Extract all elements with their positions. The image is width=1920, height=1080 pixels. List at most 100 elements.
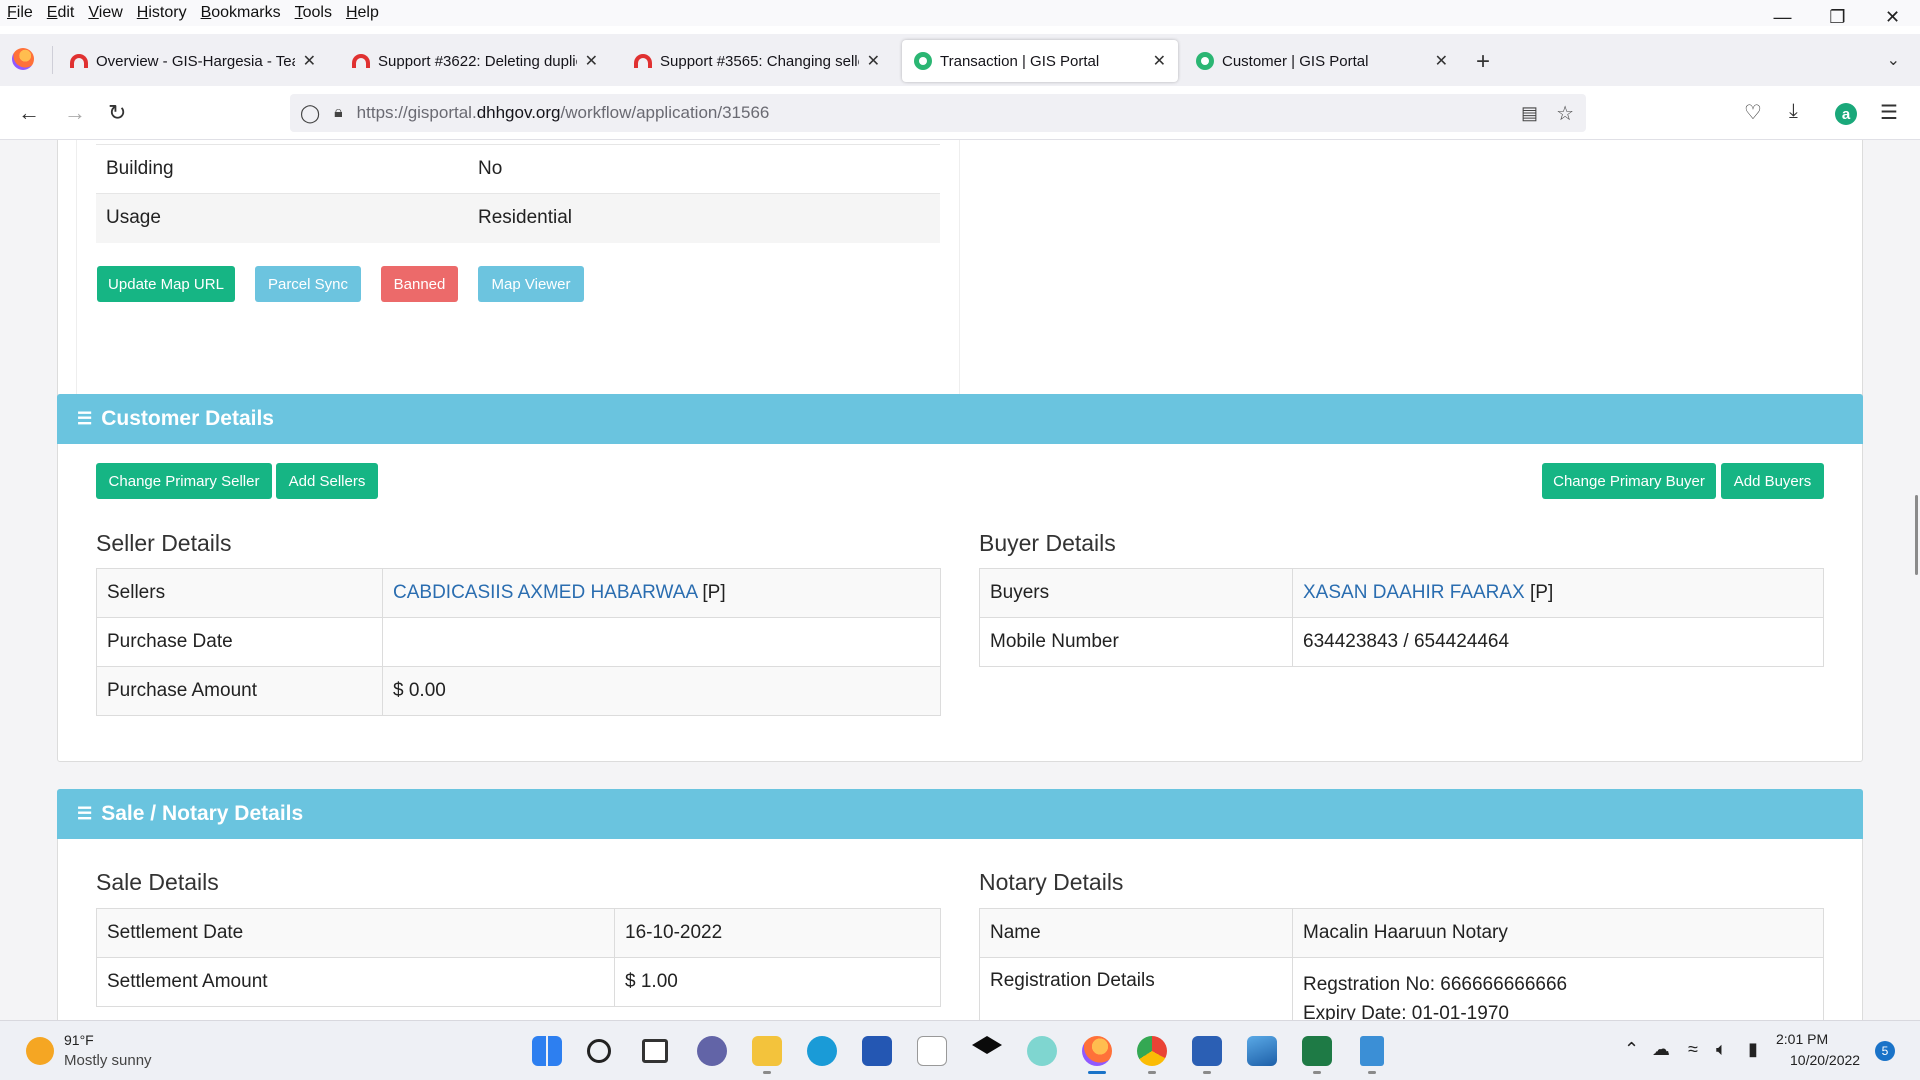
redmine-favicon (352, 54, 370, 68)
wifi-icon[interactable]: ≈ (1688, 1039, 1698, 1060)
minimize-icon[interactable]: — (1755, 0, 1810, 34)
banned-button[interactable]: Banned (381, 266, 458, 302)
menu-bookmarks[interactable]: Bookmarks (194, 4, 288, 22)
menu-tools[interactable]: Tools (288, 4, 339, 22)
purchase-amount-label: Purchase Amount (96, 666, 383, 716)
account-icon[interactable]: a (1835, 103, 1857, 125)
sale-details-title: Sale Details (96, 869, 219, 895)
firefox-icon[interactable] (12, 48, 34, 70)
photos-icon[interactable] (1247, 1036, 1277, 1066)
usage-value: Residential (468, 193, 940, 243)
close-tab-icon[interactable]: ✕ (1435, 51, 1448, 71)
file-explorer-icon[interactable] (752, 1036, 782, 1066)
battery-icon[interactable]: ▮ (1748, 1039, 1758, 1060)
amazon-icon[interactable] (917, 1036, 947, 1066)
excel-icon[interactable] (1302, 1036, 1332, 1066)
clock-date[interactable]: 10/20/2022 (1790, 1052, 1860, 1068)
buyer-table: Buyers XASAN DAAHIR FAARAX [P] Mobile Nu… (979, 568, 1824, 667)
buyer-primary-tag: [P] (1530, 582, 1554, 603)
chrome-icon[interactable] (1137, 1036, 1167, 1066)
tab-overview[interactable]: Overview - GIS-Hargesia - Team ✕ (58, 40, 328, 82)
task-view-icon[interactable] (642, 1039, 668, 1063)
running-indicator (1368, 1071, 1376, 1074)
menu-edit[interactable]: Edit (40, 4, 82, 22)
settlement-amount-value: $ 1.00 (614, 957, 941, 1007)
page-scrollbar[interactable] (1915, 495, 1918, 575)
volume-icon[interactable]: 🔈︎ (1716, 1039, 1727, 1060)
menu-help[interactable]: Help (339, 4, 386, 22)
firefox-taskbar-icon[interactable] (1082, 1036, 1112, 1066)
onedrive-icon[interactable]: ☁ (1652, 1039, 1670, 1060)
change-primary-buyer-button[interactable]: Change Primary Buyer (1542, 463, 1716, 499)
map-viewer-button[interactable]: Map Viewer (478, 266, 584, 302)
pocket-icon[interactable]: ♡ (1744, 100, 1762, 125)
close-tab-icon[interactable]: ✕ (303, 51, 316, 71)
buyer-name-link[interactable]: XASAN DAAHIR FAARAX (1303, 582, 1525, 603)
shield-icon[interactable]: ◯ (300, 103, 320, 124)
back-icon[interactable]: ← (18, 100, 40, 126)
add-sellers-button[interactable]: Add Sellers (276, 463, 378, 499)
expiry-date: Expiry Date: 01-01-1970 (1303, 1003, 1509, 1020)
reload-icon[interactable]: ↻ (108, 100, 126, 126)
edge-icon[interactable] (807, 1036, 837, 1066)
parcel-sync-button[interactable]: Parcel Sync (255, 266, 361, 302)
update-map-url-button[interactable]: Update Map URL (97, 266, 235, 302)
tab-customer[interactable]: Customer | GIS Portal ✕ (1184, 40, 1460, 82)
menu-history[interactable]: History (130, 4, 194, 22)
buyers-value: XASAN DAAHIR FAARAX [P] (1292, 568, 1824, 618)
download-icon[interactable]: ⤓ (1789, 100, 1798, 123)
weather-temperature[interactable]: 91°F (64, 1032, 94, 1048)
tab-support-3565[interactable]: Support #3565: Changing seller ✕ (622, 40, 892, 82)
table-row: Building No (96, 144, 940, 194)
close-tab-icon[interactable]: ✕ (585, 51, 598, 71)
windows-start-icon[interactable] (532, 1036, 562, 1066)
address-bar[interactable]: ◯ 🔒︎ https://gisportal.dhhgov.org/workfl… (290, 94, 1586, 132)
url-text[interactable]: https://gisportal.dhhgov.org/workflow/ap… (357, 103, 770, 123)
close-tab-icon[interactable]: ✕ (867, 51, 880, 71)
list-all-tabs-icon[interactable]: ⌄ (1887, 50, 1900, 70)
notification-badge[interactable]: 5 (1875, 1041, 1895, 1061)
menu-view[interactable]: View (81, 4, 129, 22)
mobile-number-value: 634423843 / 654424464 (1292, 617, 1824, 667)
hamburger-menu-icon[interactable]: ☰ (1880, 100, 1898, 125)
running-indicator (1313, 1071, 1321, 1074)
reader-icon[interactable]: ▤ (1521, 103, 1538, 124)
forward-icon[interactable]: → (64, 100, 86, 126)
buyer-details-title: Buyer Details (979, 530, 1116, 556)
weather-sun-icon[interactable] (26, 1037, 54, 1065)
seller-details-title: Seller Details (96, 530, 232, 556)
notepad-icon[interactable] (1360, 1036, 1384, 1066)
close-tab-icon[interactable]: ✕ (1153, 51, 1166, 71)
show-hidden-icons[interactable]: ⌃ (1624, 1039, 1639, 1060)
word-icon[interactable] (1192, 1036, 1222, 1066)
clock-time[interactable]: 2:01 PM (1776, 1031, 1828, 1047)
search-icon[interactable] (587, 1039, 611, 1063)
table-row: Mobile Number 634423843 / 654424464 (979, 617, 1824, 667)
close-window-icon[interactable]: ✕ (1865, 0, 1920, 34)
new-tab-button[interactable]: + (1476, 48, 1490, 76)
navigation-bar: ← → ↻ ◯ 🔒︎ https://gisportal.dhhgov.org/… (0, 86, 1920, 140)
tab-support-3622[interactable]: Support #3622: Deleting duplic ✕ (340, 40, 610, 82)
seller-name-link[interactable]: CABDICASIIS AXMED HABARWAA (393, 582, 697, 603)
messenger-icon[interactable] (1027, 1036, 1057, 1066)
list-icon: ☰ (77, 804, 93, 823)
restore-icon[interactable]: ❐ (1810, 0, 1865, 34)
teams-chat-icon[interactable] (697, 1036, 727, 1066)
weather-description[interactable]: Mostly sunny (64, 1052, 152, 1069)
table-row: Usage Residential (96, 193, 940, 243)
settlement-date-value: 16-10-2022 (614, 908, 941, 958)
star-icon[interactable]: ☆ (1556, 101, 1574, 126)
dropbox-icon[interactable] (972, 1036, 1002, 1054)
menu-file[interactable]: File (0, 4, 40, 22)
add-buyers-button[interactable]: Add Buyers (1721, 463, 1824, 499)
change-primary-seller-button[interactable]: Change Primary Seller (96, 463, 272, 499)
notary-details-title: Notary Details (979, 869, 1124, 895)
lock-icon[interactable]: 🔒︎ (334, 104, 343, 122)
table-row: Sellers CABDICASIIS AXMED HABARWAA [P] (96, 568, 941, 618)
store-icon[interactable] (862, 1036, 892, 1066)
table-row: Settlement Date 16-10-2022 (96, 908, 941, 958)
tab-transaction[interactable]: Transaction | GIS Portal ✕ (902, 40, 1178, 82)
notary-name-label: Name (979, 908, 1293, 958)
tab-separator (52, 46, 53, 74)
purchase-date-label: Purchase Date (96, 617, 383, 667)
